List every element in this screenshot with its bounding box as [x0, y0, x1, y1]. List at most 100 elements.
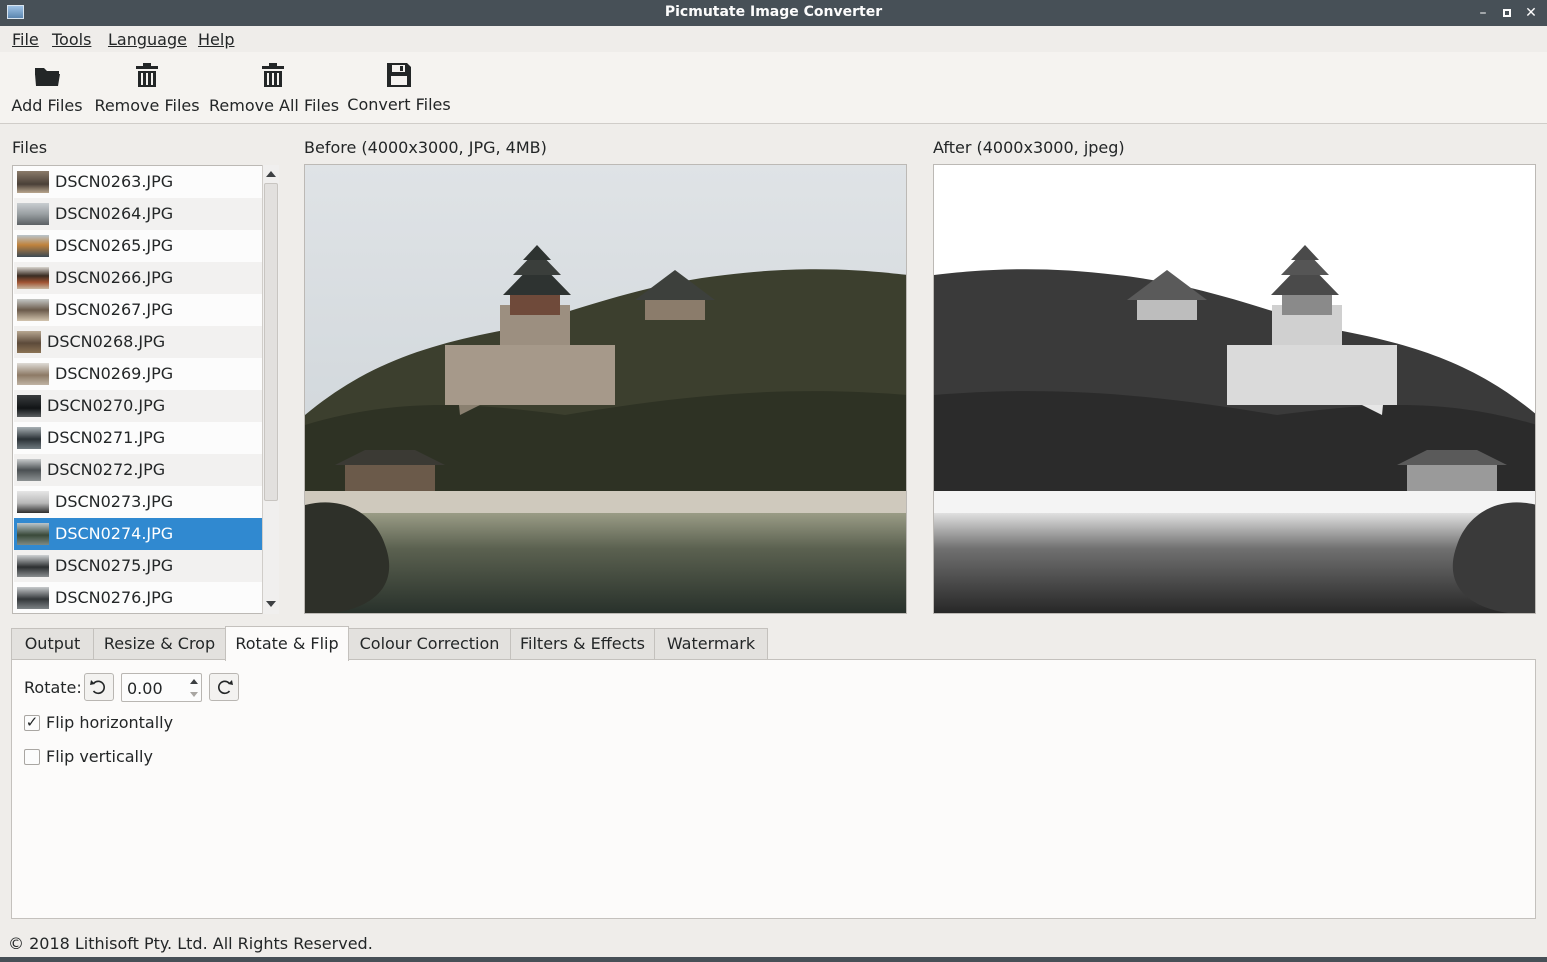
file-thumbnail: [17, 587, 49, 609]
maximize-icon[interactable]: [1497, 3, 1517, 23]
convert-files-label: Convert Files: [347, 95, 451, 114]
rotate-angle-value: 0.00: [127, 679, 163, 698]
file-list-item[interactable]: DSCN0265.JPG: [14, 230, 263, 262]
tab-output[interactable]: Output: [11, 628, 94, 660]
file-thumbnail: [17, 267, 49, 289]
before-photo: [305, 165, 906, 613]
menu-bar: File Tools Language Help: [0, 26, 1547, 52]
convert-files-button[interactable]: Convert Files: [345, 52, 453, 122]
scrollbar-thumb[interactable]: [264, 183, 278, 501]
file-name: DSCN0274.JPG: [55, 524, 174, 543]
file-list-item[interactable]: DSCN0266.JPG: [14, 262, 263, 294]
window-bottom-border: [0, 957, 1547, 962]
file-name: DSCN0269.JPG: [55, 364, 174, 383]
after-preview-image: [933, 164, 1536, 614]
save-icon: [387, 63, 411, 87]
file-name: DSCN0264.JPG: [55, 204, 174, 223]
rotate-right-button[interactable]: [209, 673, 239, 701]
files-heading: Files: [12, 138, 48, 157]
file-list-item[interactable]: DSCN0271.JPG: [14, 422, 263, 454]
title-bar: Picmutate Image Converter – ✕: [0, 0, 1547, 26]
flip-horizontally-label[interactable]: Flip horizontally: [46, 713, 173, 732]
menu-file[interactable]: File: [12, 30, 39, 49]
file-name: DSCN0276.JPG: [55, 588, 174, 607]
file-name: DSCN0268.JPG: [47, 332, 166, 351]
file-list-item[interactable]: DSCN0264.JPG: [14, 198, 263, 230]
remove-all-files-button[interactable]: Remove All Files: [209, 52, 340, 122]
file-name: DSCN0275.JPG: [55, 556, 174, 575]
toolbar: Add Files Remove Files Remove All Files …: [0, 52, 1547, 124]
file-list-item[interactable]: DSCN0269.JPG: [14, 358, 263, 390]
file-thumbnail: [17, 363, 49, 385]
file-list-item-selected[interactable]: DSCN0274.JPG: [14, 518, 263, 550]
file-list-scrollbar[interactable]: [262, 165, 279, 614]
file-name: DSCN0273.JPG: [55, 492, 174, 511]
copyright-footer: © 2018 Lithisoft Pty. Ltd. All Rights Re…: [8, 934, 373, 953]
file-thumbnail: [17, 235, 49, 257]
file-name: DSCN0272.JPG: [47, 460, 166, 479]
tab-colour-correction[interactable]: Colour Correction: [348, 628, 511, 660]
folder-open-icon: [35, 68, 60, 86]
tab-resize-crop[interactable]: Resize & Crop: [93, 628, 226, 660]
rotate-angle-spinbox[interactable]: 0.00: [121, 673, 202, 702]
trash-all-icon: [262, 63, 284, 87]
file-thumbnail: [17, 523, 49, 545]
window-title: Picmutate Image Converter: [664, 4, 883, 20]
rotate-left-button[interactable]: [84, 673, 114, 701]
file-thumbnail: [17, 299, 49, 321]
before-preview-image: [304, 164, 907, 614]
file-list-item[interactable]: DSCN0273.JPG: [14, 486, 263, 518]
menu-help[interactable]: Help: [198, 30, 234, 49]
tab-watermark[interactable]: Watermark: [654, 628, 768, 660]
scroll-up-icon[interactable]: [266, 171, 276, 177]
rotate-label: Rotate:: [24, 678, 82, 697]
flip-vertically-label[interactable]: Flip vertically: [46, 747, 153, 766]
remove-files-button[interactable]: Remove Files: [94, 52, 200, 122]
file-list-item[interactable]: DSCN0272.JPG: [14, 454, 263, 486]
file-name: DSCN0265.JPG: [55, 236, 174, 255]
remove-files-label: Remove Files: [94, 96, 200, 115]
file-thumbnail: [17, 427, 41, 449]
close-icon[interactable]: ✕: [1521, 3, 1541, 23]
file-thumbnail: [17, 459, 41, 481]
rotate-cw-icon: [218, 680, 233, 695]
file-list-item[interactable]: DSCN0270.JPG: [14, 390, 263, 422]
file-name: DSCN0263.JPG: [55, 172, 174, 191]
file-thumbnail: [17, 491, 49, 513]
file-list-item[interactable]: DSCN0275.JPG: [14, 550, 263, 582]
spin-down-icon[interactable]: [190, 692, 198, 697]
rotate-ccw-icon: [90, 680, 105, 695]
tab-rotate-flip[interactable]: Rotate & Flip: [225, 626, 349, 661]
after-preview-label: After (4000x3000, jpeg): [933, 138, 1125, 157]
scroll-down-icon[interactable]: [266, 601, 276, 607]
file-thumbnail: [17, 171, 49, 193]
file-list-item[interactable]: DSCN0276.JPG: [14, 582, 263, 613]
flip-vertically-checkbox[interactable]: [24, 749, 40, 765]
file-thumbnail: [17, 331, 41, 353]
file-list-item[interactable]: DSCN0268.JPG: [14, 326, 263, 358]
file-thumbnail: [17, 555, 49, 577]
add-files-button[interactable]: Add Files: [6, 52, 88, 122]
file-thumbnail: [17, 395, 41, 417]
file-list[interactable]: DSCN0263.JPG DSCN0264.JPG DSCN0265.JPG D…: [12, 165, 279, 614]
file-thumbnail: [17, 203, 49, 225]
spin-up-icon[interactable]: [190, 679, 198, 684]
file-list-item[interactable]: DSCN0267.JPG: [14, 294, 263, 326]
add-files-label: Add Files: [11, 96, 83, 115]
file-name: DSCN0270.JPG: [47, 396, 166, 415]
menu-tools[interactable]: Tools: [52, 30, 91, 49]
checkmark-icon: ✓: [25, 713, 39, 731]
file-list-item[interactable]: DSCN0263.JPG: [14, 166, 263, 198]
tab-filters-effects[interactable]: Filters & Effects: [510, 628, 655, 660]
menu-language[interactable]: Language: [108, 30, 187, 49]
remove-all-files-label: Remove All Files: [209, 96, 340, 115]
file-name: DSCN0267.JPG: [55, 300, 174, 319]
minimize-icon[interactable]: –: [1473, 3, 1493, 23]
file-name: DSCN0271.JPG: [47, 428, 166, 447]
before-preview-label: Before (4000x3000, JPG, 4MB): [304, 138, 547, 157]
rotate-flip-panel: [11, 659, 1536, 919]
trash-icon: [136, 63, 158, 87]
file-name: DSCN0266.JPG: [55, 268, 174, 287]
flip-horizontally-checkbox[interactable]: ✓: [24, 713, 40, 731]
after-photo: [934, 165, 1535, 613]
